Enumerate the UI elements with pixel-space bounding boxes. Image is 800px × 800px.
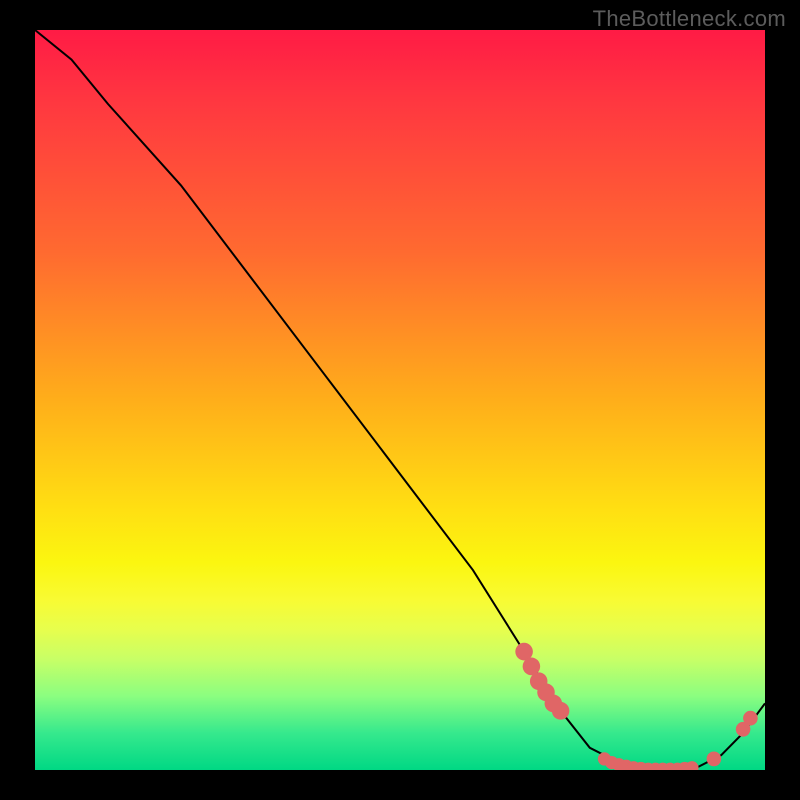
chart-overlay xyxy=(35,30,765,770)
curve-markers xyxy=(515,643,757,770)
plot-area xyxy=(35,30,765,770)
bottleneck-curve xyxy=(35,30,765,770)
watermark-text: TheBottleneck.com xyxy=(593,6,786,32)
chart-frame: TheBottleneck.com xyxy=(0,0,800,800)
